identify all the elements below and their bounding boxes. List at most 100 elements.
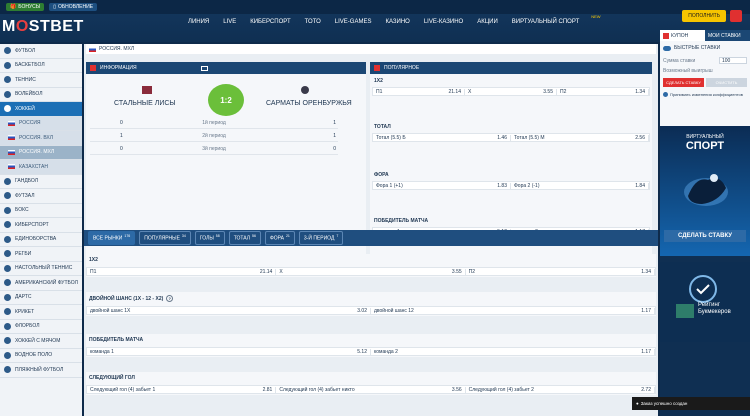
tab-coupon[interactable]: КУПОН xyxy=(660,30,705,41)
filter-count: 56 xyxy=(252,234,256,239)
nav-live[interactable]: LIVE xyxy=(223,19,236,25)
sidebar-item[interactable]: АМЕРИКАНСКИЙ ФУТБОЛ xyxy=(0,276,82,291)
sidebar-item[interactable]: ФЛОРБОЛ xyxy=(0,320,82,334)
period-row: 1 2й период 1 xyxy=(90,131,338,142)
sidebar-item[interactable]: РЕГБИ xyxy=(0,247,82,262)
odds-cell[interactable]: двойной шанс 12 1.17 xyxy=(371,307,655,314)
filter-tab[interactable]: ТОТАЛ 56 xyxy=(228,231,261,245)
sidebar-item[interactable]: ВОЛЕЙБОЛ xyxy=(0,88,82,102)
popular-title: ПОПУЛЯРНОЕ xyxy=(384,65,420,71)
sidebar-item[interactable]: ТЕННИС xyxy=(0,73,82,88)
odds-cell[interactable]: Следующий гол (4) забьет никто 3.56 xyxy=(276,386,466,393)
filter-tab[interactable]: 3-Й ПЕРИОД 7 xyxy=(298,231,344,245)
deposit-button[interactable]: ПОПОЛНИТЬ xyxy=(682,10,726,22)
sidebar-item[interactable]: КИБЕРСПОРТ xyxy=(0,218,82,233)
app-chip[interactable]: ▯ ОБНОВЛЕНИЕ xyxy=(49,3,98,11)
tab-my-bets[interactable]: МОИ СТАВКИ xyxy=(705,30,750,41)
sidebar-item-label: РОССИЯ xyxy=(19,120,41,127)
sports-sidebar: ФУТБОЛ БАСКЕТБОЛ ТЕННИС ВОЛЕЙБОЛ ХОККЕЙ РОССИ… xyxy=(0,44,82,416)
sidebar-item[interactable]: КРИКЕТ xyxy=(0,305,82,320)
filter-tab[interactable]: ФОРА 21 xyxy=(264,231,295,245)
odds-cell[interactable]: команда 2 1.17 xyxy=(371,348,655,355)
odds-cell[interactable]: X 3.55 xyxy=(276,268,466,275)
clear-button[interactable]: ОЧИСТИТЬ xyxy=(706,78,747,87)
flag-icon xyxy=(8,149,15,155)
breadcrumb-label[interactable]: РОССИЯ. МХЛ xyxy=(99,46,134,52)
sport-icon xyxy=(4,206,11,214)
nav-virtual-sport[interactable]: ВИРТУАЛЬНЫЙ СПОРТ xyxy=(512,19,579,25)
sidebar-item[interactable]: ХОККЕЙ xyxy=(0,102,82,117)
match-score: 1:2 xyxy=(208,84,244,116)
nav-esports[interactable]: КИБЕРСПОРТ xyxy=(250,19,290,25)
help-icon[interactable]: ? xyxy=(166,295,174,302)
nav-live-casino[interactable]: LIVE-КАЗИНО xyxy=(424,19,463,25)
market-header[interactable]: ПОБЕДИТЕЛЬ МАТЧА xyxy=(86,334,656,346)
stats-icon[interactable] xyxy=(200,65,208,71)
sport-icon xyxy=(4,264,11,272)
sport-icon xyxy=(4,177,11,185)
stake-input[interactable]: 100 xyxy=(719,57,747,64)
market-header[interactable]: 1X2 xyxy=(86,254,656,266)
outcome-label: Тотал (5.5) Б xyxy=(376,134,406,141)
filter-tab[interactable]: ПОПУЛЯРНЫЕ 34 xyxy=(139,231,191,245)
odds-cell[interactable]: П1 21.14 xyxy=(373,88,465,95)
virtual-sport-promo[interactable]: ВИРТУАЛЬНЫЙ СПОРТ СДЕЛАТЬ СТАВКУ xyxy=(660,126,750,256)
odds-cell[interactable]: Тотал (5.5) М 2.56 xyxy=(511,134,649,141)
sidebar-item[interactable]: НАСТОЛЬНЫЙ ТЕННИС xyxy=(0,262,82,276)
odds-cell[interactable]: X 3.55 xyxy=(465,88,557,95)
bookmaker-rating-banner[interactable]: Рейтинг Букмекеров xyxy=(660,262,750,342)
sidebar-item[interactable]: ДАРТС xyxy=(0,291,82,305)
sidebar-item[interactable]: РОССИЯ xyxy=(0,116,82,131)
fast-bets-toggle[interactable]: БЫСТРЫЕ СТАВКИ xyxy=(660,41,750,55)
odds-cell[interactable]: команда 1 5.12 xyxy=(87,348,371,355)
sidebar-item-label: КИБЕРСПОРТ xyxy=(15,221,49,228)
outcome-odds: 1.17 xyxy=(641,348,651,355)
market-title: ДВОЙНОЙ ШАНС (1X - 12 - X2) xyxy=(89,295,164,302)
odds-cell[interactable]: П1 21.14 xyxy=(87,268,277,275)
filter-label: ТОТАЛ xyxy=(233,235,251,242)
sidebar-item[interactable]: ФУТЗАЛ xyxy=(0,189,82,204)
bonus-chip[interactable]: 🎁 БОНУСЫ xyxy=(6,3,45,11)
market-header[interactable]: ДВОЙНОЙ ШАНС (1X - 12 - X2)? xyxy=(86,292,656,305)
nav-live-games[interactable]: LIVE-GAMES xyxy=(335,19,372,25)
filter-tab[interactable]: ВСЕ РЫНКИ 176 xyxy=(88,231,136,245)
odds-cell[interactable]: П2 1.34 xyxy=(557,88,649,95)
filter-tab[interactable]: ГОЛЫ 58 xyxy=(194,231,225,245)
sidebar-item[interactable]: РОССИЯ. ВХЛ xyxy=(0,131,82,146)
filter-label: ПОПУЛЯРНЫЕ xyxy=(144,235,180,242)
notification-toast[interactable]: ● Заказ успешно создан xyxy=(632,397,750,410)
odds-cell[interactable]: П2 1.34 xyxy=(466,268,655,275)
odds-cell[interactable]: Фора 1 (+1) 1.83 xyxy=(373,182,511,189)
sidebar-item[interactable]: ВОДНОЕ ПОЛО xyxy=(0,349,82,363)
nav-casino[interactable]: КАЗИНО xyxy=(385,19,409,25)
odds-cell[interactable]: Фора 2 (-1) 1.84 xyxy=(511,182,649,189)
odds-cell[interactable]: Следующий гол (4) забьет 1 2.81 xyxy=(87,386,277,393)
sidebar-item[interactable]: ХОККЕЙ С МЯЧОМ xyxy=(0,334,82,349)
sidebar-item[interactable]: БОКС xyxy=(0,204,82,218)
promo-bet-button[interactable]: СДЕЛАТЬ СТАВКУ xyxy=(664,230,746,242)
odds-cell[interactable]: Тотал (5.5) Б 1.46 xyxy=(373,134,511,141)
period-name: 1й период xyxy=(202,120,226,126)
odds-cell[interactable]: Следующий гол (4) забьет 2 2.72 xyxy=(466,386,655,393)
nav-toto[interactable]: ТОТО xyxy=(305,19,321,25)
accept-odds-checkbox[interactable]: Принимать изменения коэффициентов xyxy=(660,89,750,100)
sidebar-item[interactable]: БАСКЕТБОЛ xyxy=(0,59,82,73)
sidebar-item[interactable]: ГАНДБОЛ xyxy=(0,175,82,189)
brand-logo[interactable]: MOSTBET xyxy=(2,18,84,36)
sidebar-item[interactable]: РОССИЯ. МХЛ xyxy=(0,145,82,160)
odds-cell[interactable]: двойной шанс 1X 3.02 xyxy=(87,307,371,314)
market-title: ПОБЕДИТЕЛЬ МАТЧА xyxy=(374,218,429,224)
sport-icon xyxy=(4,293,11,301)
place-bet-button[interactable]: СДЕЛАТЬ СТАВКУ xyxy=(663,78,704,87)
nav-line[interactable]: ЛИНИЯ xyxy=(188,19,209,25)
sidebar-item-label: ФУТЗАЛ xyxy=(15,192,35,199)
market-header[interactable]: СЛЕДУЮЩИЙ ГОЛ xyxy=(86,372,656,384)
sidebar-item[interactable]: КАЗАХСТАН xyxy=(0,160,82,175)
sidebar-item[interactable]: ЕДИНОБОРСТВА xyxy=(0,233,82,247)
sidebar-item[interactable]: ПЛЯЖНЫЙ ФУТБОЛ xyxy=(0,363,82,378)
period-away: 1 xyxy=(333,120,336,126)
sidebar-item-label: ХОККЕЙ xyxy=(15,105,35,112)
sidebar-item[interactable]: ФУТБОЛ xyxy=(0,44,82,59)
nav-promos[interactable]: АКЦИИ xyxy=(477,19,498,25)
profile-button[interactable] xyxy=(730,10,742,22)
